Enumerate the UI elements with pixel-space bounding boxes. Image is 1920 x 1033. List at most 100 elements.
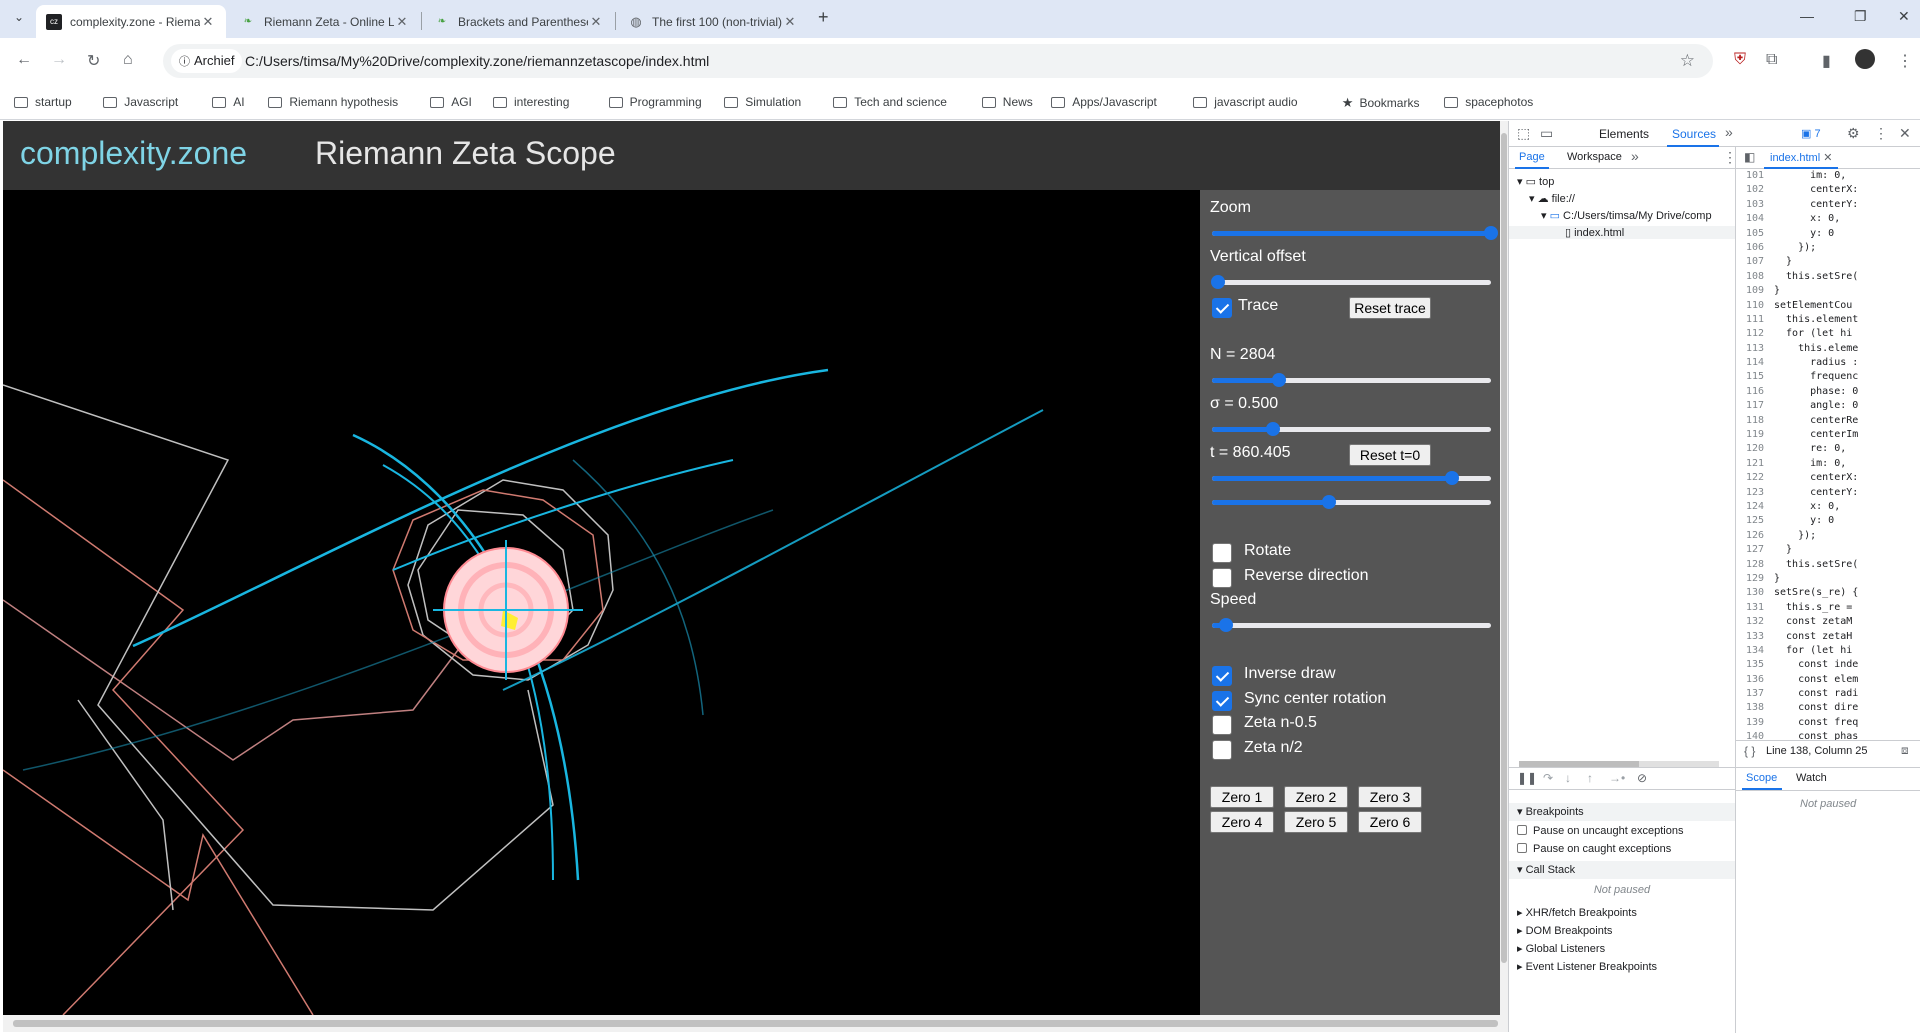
code-line[interactable]: 116 phase: 0 — [1736, 385, 1920, 399]
pause-uncaught-checkbox[interactable] — [1517, 825, 1527, 835]
new-tab-button[interactable]: + — [818, 7, 829, 28]
code-line[interactable]: 123 centerY: — [1736, 486, 1920, 500]
n-slider[interactable] — [1212, 373, 1491, 387]
line-number[interactable]: 128 — [1736, 558, 1768, 572]
code-line[interactable]: 129} — [1736, 572, 1920, 586]
line-number[interactable]: 138 — [1736, 701, 1768, 715]
step-icon[interactable]: →• — [1609, 771, 1625, 785]
zero-2-button[interactable]: Zero 2 — [1284, 786, 1348, 808]
breakpoints-header[interactable]: ▾ Breakpoints — [1509, 803, 1735, 821]
code-line[interactable]: 103 centerY: — [1736, 198, 1920, 212]
line-number[interactable]: 125 — [1736, 514, 1768, 528]
zero-6-button[interactable]: Zero 6 — [1358, 811, 1422, 833]
line-number[interactable]: 106 — [1736, 241, 1768, 255]
step-over-icon[interactable]: ↷ — [1543, 771, 1553, 785]
bookmark-programming[interactable]: Programming — [608, 95, 702, 109]
code-line[interactable]: 109} — [1736, 284, 1920, 298]
bookmark-javascript[interactable]: Javascript — [103, 95, 178, 109]
code-line[interactable]: 122 centerX: — [1736, 471, 1920, 485]
sync-center-rotation-checkbox[interactable] — [1212, 691, 1232, 711]
back-icon[interactable]: ← — [16, 51, 32, 69]
deactivate-breakpoints-icon[interactable]: ⊘ — [1637, 771, 1647, 785]
restore-icon[interactable]: ❐ — [1854, 8, 1867, 25]
scrollbar-thumb[interactable] — [13, 1020, 1498, 1027]
vertical-offset-slider[interactable] — [1210, 275, 1491, 289]
pause-caught-checkbox[interactable] — [1517, 843, 1527, 853]
inspect-element-icon[interactable]: ⬚ — [1517, 125, 1530, 142]
dom-breakpoints-header[interactable]: ▸ DOM Breakpoints — [1509, 922, 1735, 940]
zero-5-button[interactable]: Zero 5 — [1284, 811, 1348, 833]
tab-workspace[interactable]: Workspace — [1567, 151, 1622, 163]
tab-complexity-zone[interactable]: cz complexity.zone - Riemann Zeta ✕ — [36, 5, 226, 38]
slider-thumb[interactable] — [1322, 495, 1337, 509]
code-line[interactable]: 128 this.setSre( — [1736, 558, 1920, 572]
line-number[interactable]: 126 — [1736, 529, 1768, 543]
bookmark-interesting[interactable]: interesting — [493, 95, 569, 109]
code-lines[interactable]: 101 im: 0, 102 centerX: 103 centerY: 104 x:… — [1736, 169, 1920, 744]
rotate-checkbox[interactable] — [1212, 543, 1232, 563]
code-line[interactable]: 124 x: 0, — [1736, 500, 1920, 514]
bookmark-apps-javascript[interactable]: Apps/Javascript — [1051, 95, 1157, 109]
speed-slider[interactable] — [1212, 618, 1491, 632]
line-number[interactable]: 104 — [1736, 212, 1768, 226]
line-number[interactable]: 113 — [1736, 342, 1768, 356]
code-line[interactable]: 104 x: 0, — [1736, 212, 1920, 226]
zero-1-button[interactable]: Zero 1 — [1210, 786, 1274, 808]
code-line[interactable]: 105 y: 0 — [1736, 227, 1920, 241]
event-listener-breakpoints-header[interactable]: ▸ Event Listener Breakpoints — [1509, 958, 1735, 976]
code-line[interactable]: 106 }); — [1736, 241, 1920, 255]
line-number[interactable]: 118 — [1736, 414, 1768, 428]
code-line[interactable]: 113 this.eleme — [1736, 342, 1920, 356]
close-devtools-icon[interactable]: ✕ — [1899, 125, 1911, 142]
more-tabs-icon[interactable]: » — [1725, 124, 1733, 140]
code-line[interactable]: 101 im: 0, — [1736, 169, 1920, 183]
code-line[interactable]: 133 const zetaH — [1736, 630, 1920, 644]
code-line[interactable]: 132 const zetaM — [1736, 615, 1920, 629]
slider-thumb[interactable] — [1266, 422, 1281, 436]
step-into-icon[interactable]: ↓ — [1565, 771, 1571, 785]
more-nav-tabs-icon[interactable]: » — [1631, 148, 1639, 164]
slider-thumb[interactable] — [1484, 226, 1498, 240]
line-number[interactable]: 127 — [1736, 543, 1768, 557]
close-file-icon[interactable]: ✕ — [1823, 152, 1832, 164]
bookmark-spacephotos[interactable]: spacephotos — [1444, 95, 1533, 109]
code-line[interactable]: 130 setSre(s_re) { — [1736, 586, 1920, 600]
line-number[interactable]: 134 — [1736, 644, 1768, 658]
url-text[interactable]: C:/Users/timsa/My%20Drive/complexity.zon… — [245, 53, 709, 69]
bookmark-ai[interactable]: AI — [212, 95, 245, 109]
code-line[interactable]: 138 const dire — [1736, 701, 1920, 715]
code-line[interactable]: 125 y: 0 — [1736, 514, 1920, 528]
line-number[interactable]: 117 — [1736, 399, 1768, 413]
address-bar[interactable]: ⓘ Archief C:/Users/timsa/My%20Drive/compl… — [163, 44, 1713, 78]
close-tab-icon[interactable]: ✕ — [588, 14, 604, 30]
code-line[interactable]: 117 angle: 0 — [1736, 399, 1920, 413]
tree-top[interactable]: ▾ ▭ top — [1517, 175, 1554, 188]
close-tab-icon[interactable]: ✕ — [394, 14, 410, 30]
line-number[interactable]: 110 — [1736, 299, 1768, 313]
line-number[interactable]: 101 — [1736, 169, 1768, 183]
avatar[interactable] — [1855, 49, 1875, 69]
slider-thumb[interactable] — [1210, 275, 1225, 289]
tree-file[interactable]: ▾ ☁ file:// — [1529, 192, 1575, 205]
line-number[interactable]: 115 — [1736, 370, 1768, 384]
toggle-navigator-icon[interactable]: ◧ — [1744, 150, 1755, 164]
slider-thumb[interactable] — [1271, 373, 1286, 387]
line-number[interactable]: 129 — [1736, 572, 1768, 586]
code-line[interactable]: 112 for (let hi — [1736, 327, 1920, 341]
slider-track[interactable] — [1212, 623, 1491, 628]
line-number[interactable]: 131 — [1736, 601, 1768, 615]
tab-search-chevron-icon[interactable]: ⌄ — [14, 10, 24, 24]
site-info-chip[interactable]: ⓘ Archief — [171, 49, 243, 73]
code-line[interactable]: 108 this.setSre( — [1736, 270, 1920, 284]
code-line[interactable]: 119 centerIm — [1736, 428, 1920, 442]
zeta-canvas[interactable] — [3, 190, 1200, 1015]
pause-icon[interactable]: ❚❚ — [1517, 771, 1537, 785]
coverage-icon[interactable]: ⧈ — [1901, 743, 1909, 758]
pause-uncaught-option[interactable]: Pause on uncaught exceptions — [1509, 822, 1735, 840]
line-number[interactable]: 103 — [1736, 198, 1768, 212]
trace-checkbox[interactable] — [1212, 298, 1232, 318]
code-line[interactable]: 115 frequenc — [1736, 370, 1920, 384]
code-line[interactable]: 136 const elem — [1736, 673, 1920, 687]
bookmark-news[interactable]: News — [981, 95, 1033, 109]
code-line[interactable]: 111 this.element — [1736, 313, 1920, 327]
